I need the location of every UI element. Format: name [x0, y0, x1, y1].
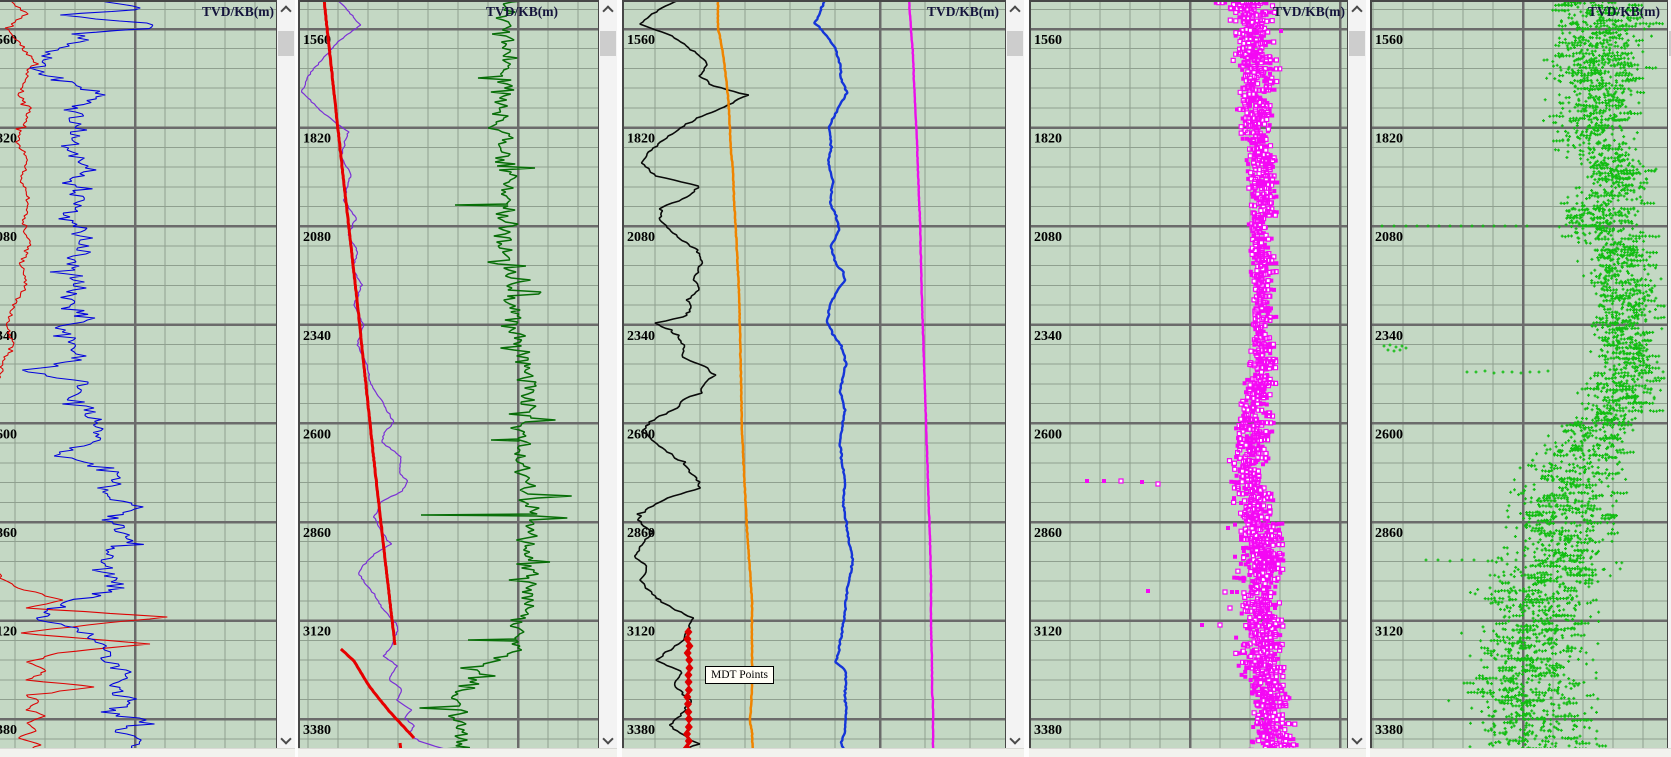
- horizontal-scrollbar[interactable]: [1029, 748, 1366, 757]
- scroll-up-button[interactable]: [277, 0, 295, 17]
- depth-label: 2080: [627, 230, 655, 245]
- scrollbar-thumb[interactable]: [600, 31, 616, 56]
- depth-label: 2340: [1034, 329, 1062, 344]
- scroll-up-button[interactable]: [1348, 0, 1366, 17]
- chevron-up-icon: [1009, 5, 1020, 16]
- horizontal-scrollbar[interactable]: [298, 748, 617, 757]
- depth-label: 2340: [1375, 329, 1403, 344]
- scrollbar-thumb[interactable]: [1007, 31, 1023, 56]
- depth-label: 2080: [303, 230, 331, 245]
- depth-label: 1560: [1375, 33, 1403, 48]
- depth-unit-label: TVD/KB(m): [1588, 4, 1660, 20]
- vertical-scrollbar[interactable]: [277, 0, 295, 749]
- depth-label: 1820: [627, 132, 655, 147]
- log-track-1: 1560 1820 2080 2340 2600 2860 3120 3380 TVD/KB(…: [0, 0, 295, 757]
- depth-label: 3380: [1375, 723, 1403, 738]
- chevron-down-icon: [602, 733, 613, 744]
- horizontal-scrollbar[interactable]: [0, 748, 295, 757]
- depth-label: 3120: [1034, 625, 1062, 640]
- log-plot-area-4[interactable]: 1560 1820 2080 2340 2600 2860 3120 3380: [1029, 0, 1348, 749]
- depth-label: 2600: [303, 427, 331, 442]
- scrollbar-thumb[interactable]: [1349, 31, 1365, 56]
- depth-label: 2860: [1034, 526, 1062, 541]
- log-plot-area-5[interactable]: 1560 1820 2080 2340 2600 2860 3120 3380: [1370, 0, 1668, 749]
- log-plot-area-3[interactable]: 15601820208023402600286031203380: [622, 0, 1006, 749]
- scroll-down-button[interactable]: [1348, 732, 1366, 749]
- depth-label: 2080: [0, 230, 17, 245]
- depth-unit-label: TVD/KB(m): [202, 4, 274, 20]
- log-track-4: 1560 1820 2080 2340 2600 2860 3120 3380 TVD/KB(…: [1029, 0, 1366, 757]
- depth-label: 3120: [1375, 625, 1403, 640]
- depth-label: 2080: [1034, 230, 1062, 245]
- log-track-3: 15601820208023402600286031203380 TVD/KB(…: [622, 0, 1024, 757]
- depth-label: 2600: [1034, 427, 1062, 442]
- log-track-2: 15601820208023402600286031203380 TVD/KB(…: [298, 0, 617, 757]
- depth-label: 3120: [0, 625, 17, 640]
- chevron-down-icon: [280, 733, 291, 744]
- vertical-scrollbar[interactable]: [1006, 0, 1024, 749]
- chevron-down-icon: [1009, 733, 1020, 744]
- depth-label: 2340: [303, 329, 331, 344]
- depth-label: 1820: [1034, 132, 1062, 147]
- chevron-up-icon: [280, 5, 291, 16]
- depth-label: 3380: [1034, 723, 1062, 738]
- vertical-scrollbar[interactable]: [599, 0, 617, 749]
- scroll-up-button[interactable]: [1006, 0, 1024, 17]
- scroll-down-button[interactable]: [599, 732, 617, 749]
- log-plot-area-1[interactable]: 1560 1820 2080 2340 2600 2860 3120 3380: [0, 0, 277, 749]
- depth-label: 2600: [0, 427, 17, 442]
- depth-label: 2600: [627, 427, 655, 442]
- depth-label: 2340: [0, 329, 17, 344]
- mdt-points-label[interactable]: MDT Points: [705, 666, 774, 684]
- well-log-workspace: 1560 1820 2080 2340 2600 2860 3120 3380 TVD/KB(…: [0, 0, 1671, 757]
- depth-unit-label: TVD/KB(m): [1273, 4, 1345, 20]
- chevron-up-icon: [1351, 5, 1362, 16]
- depth-label: 1560: [1034, 33, 1062, 48]
- depth-label: 1560: [0, 33, 17, 48]
- log-plot-area-2[interactable]: 15601820208023402600286031203380: [298, 0, 599, 749]
- depth-label: 1820: [0, 132, 17, 147]
- scroll-down-button[interactable]: [1006, 732, 1024, 749]
- scroll-down-button[interactable]: [277, 732, 295, 749]
- depth-label: 3380: [0, 723, 17, 738]
- chevron-down-icon: [1351, 733, 1362, 744]
- depth-label: 2340: [627, 329, 655, 344]
- log-track-5: 1560 1820 2080 2340 2600 2860 3120 3380 TVD/KB(…: [1370, 0, 1671, 757]
- depth-label: 3380: [303, 723, 331, 738]
- vertical-scrollbar[interactable]: [1348, 0, 1366, 749]
- depth-label: 3120: [303, 625, 331, 640]
- depth-label: 3380: [627, 723, 655, 738]
- depth-label: 2600: [1375, 427, 1403, 442]
- depth-label: 2860: [303, 526, 331, 541]
- horizontal-scrollbar[interactable]: [622, 748, 1024, 757]
- depth-label: 1560: [627, 33, 655, 48]
- depth-label: 2860: [0, 526, 17, 541]
- depth-label: 1820: [303, 132, 331, 147]
- horizontal-scrollbar[interactable]: [1370, 748, 1671, 757]
- scroll-up-button[interactable]: [599, 0, 617, 17]
- depth-label: 1820: [1375, 132, 1403, 147]
- depth-label: 3120: [627, 625, 655, 640]
- chevron-up-icon: [602, 5, 613, 16]
- depth-label: 2080: [1375, 230, 1403, 245]
- depth-label: 2860: [1375, 526, 1403, 541]
- scrollbar-thumb[interactable]: [278, 31, 294, 56]
- depth-unit-label: TVD/KB(m): [927, 4, 999, 20]
- depth-unit-label: TVD/KB(m): [486, 4, 558, 20]
